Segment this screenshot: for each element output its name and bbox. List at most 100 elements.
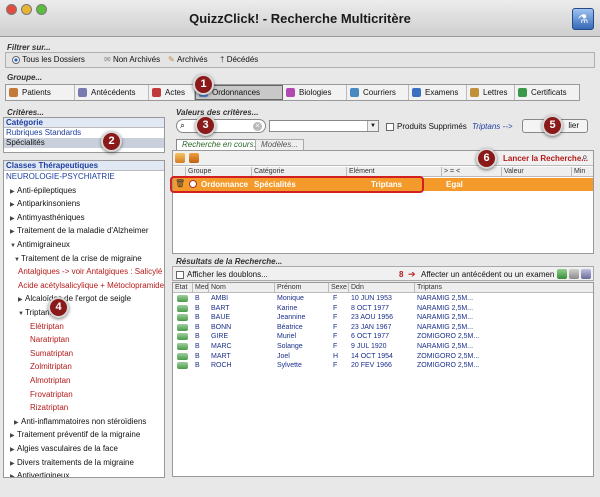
cell-sexe: H bbox=[333, 352, 339, 360]
table-row[interactable]: B MART Joel H 14 OCT 1954 ZOMIGORO 2,5M... bbox=[173, 352, 593, 362]
doublons-checkbox[interactable]: Afficher les doublons... bbox=[176, 270, 268, 279]
tree-item[interactable]: Naratriptan bbox=[30, 335, 70, 344]
expand-right-icon[interactable]: ▶ bbox=[10, 215, 17, 222]
clear-icon[interactable]: × bbox=[253, 122, 262, 131]
examens-icon bbox=[412, 88, 421, 97]
filter-decedes-option[interactable]: † Décédés bbox=[220, 55, 280, 64]
tab-lettres-label: Lettres bbox=[483, 88, 508, 97]
expand-down-icon[interactable]: ▼ bbox=[18, 311, 25, 317]
expand-down-icon[interactable]: ▼ bbox=[14, 257, 21, 263]
cell-nom: BART bbox=[211, 304, 230, 312]
tree-item[interactable]: Elétriptan bbox=[30, 322, 64, 331]
certificats-icon bbox=[518, 88, 527, 97]
expand-right-icon[interactable]: ▶ bbox=[10, 188, 17, 195]
folder-icon[interactable] bbox=[189, 153, 199, 163]
expand-right-icon[interactable]: ▶ bbox=[10, 201, 17, 208]
search-input[interactable]: ⌕ × bbox=[176, 119, 266, 133]
tree-item[interactable]: ▶ Antiparkinsoniens bbox=[10, 199, 80, 208]
tab-recherche-en-cours[interactable]: Recherche en cours... bbox=[176, 139, 267, 150]
cell-prenom: Sylvette bbox=[277, 362, 302, 370]
expand-right-icon[interactable]: ▶ bbox=[10, 460, 17, 467]
tree-item[interactable]: ▶ Traitement préventif de la migraine bbox=[10, 430, 140, 439]
antecedents-icon bbox=[78, 88, 87, 97]
edit-icon[interactable] bbox=[175, 153, 185, 163]
tree-item[interactable]: ▶ Anti-épileptiques bbox=[10, 186, 76, 195]
expand-down-icon[interactable]: ▼ bbox=[10, 243, 17, 249]
filter-archives-option[interactable]: ✎ Archivés bbox=[168, 55, 220, 64]
tree-item[interactable]: Almotriptan bbox=[30, 376, 70, 385]
expand-right-icon[interactable]: ▶ bbox=[14, 419, 21, 426]
expand-right-icon[interactable]: ▶ bbox=[10, 432, 17, 439]
magnifier-icon: ⌕ bbox=[582, 152, 588, 163]
tree-item[interactable]: Frovatriptan bbox=[30, 390, 73, 399]
tree-item[interactable]: ▶ Anti-inflammatoires non stéroïdiens bbox=[14, 417, 146, 426]
tree-item-label: Antimyasthéniques bbox=[17, 212, 85, 222]
tree-item[interactable]: ▶ Alcaloïdes de l'ergot de seigle bbox=[18, 294, 131, 303]
tab-courriers-label: Courriers bbox=[363, 88, 396, 97]
tree-item[interactable]: ▶ Antivertigineux bbox=[10, 471, 69, 477]
tree-item[interactable]: ▶ Algies vasculaires de la face bbox=[10, 444, 118, 453]
affecter-label[interactable]: Affecter un antécédent ou un examen bbox=[421, 270, 554, 279]
tab-modeles[interactable]: Modèles... bbox=[255, 139, 304, 150]
table-row[interactable]: B MARC Solange F 9 JUL 1920 NARAMIG 2,5M... bbox=[173, 342, 593, 352]
filter-non-archives-option[interactable]: ✉ Non Archivés bbox=[104, 55, 168, 64]
dossier-icon[interactable] bbox=[177, 333, 188, 341]
triptans-link[interactable]: Triptans --> bbox=[472, 122, 513, 131]
table-row[interactable]: B BART Karine F 8 OCT 1977 NARAMIG 2,5M... bbox=[173, 304, 593, 314]
app-icon: ⚗ bbox=[572, 8, 594, 30]
tree-item[interactable]: Sumatriptan bbox=[30, 349, 73, 358]
filter-all-label: Tous les Dossiers bbox=[22, 55, 85, 64]
dossier-icon[interactable] bbox=[177, 352, 188, 360]
expand-right-icon[interactable]: ▶ bbox=[10, 228, 17, 235]
filter-all-radio[interactable]: Tous les Dossiers bbox=[12, 55, 104, 64]
value-select[interactable]: ▼ bbox=[269, 120, 379, 132]
table-row[interactable]: B AMBI Monique F 10 JUN 1953 NARAMIG 2,5M... bbox=[173, 294, 593, 304]
tree-item-label: Almotriptan bbox=[30, 376, 71, 385]
tree-item[interactable]: ▶ Antimyasthéniques bbox=[10, 213, 85, 222]
produits-supprimes-checkbox[interactable]: Produits Supprimés bbox=[386, 122, 467, 131]
tree-item[interactable]: Antalgiques -> voir Antalgiques : Salicy… bbox=[18, 267, 162, 276]
tree-item[interactable]: Acide acétylsalicylique + Métoclopramide bbox=[18, 281, 164, 290]
biologies-icon bbox=[286, 88, 295, 97]
tree-item[interactable]: ▶ Divers traitements de la migraine bbox=[10, 458, 134, 467]
export-icon[interactable] bbox=[557, 269, 567, 279]
tab-actes[interactable]: Actes bbox=[149, 85, 195, 100]
col-sexe: Sexe bbox=[329, 283, 349, 293]
tab-courriers[interactable]: Courriers bbox=[347, 85, 409, 100]
tree-item[interactable]: ▼Antimigraineux bbox=[10, 240, 70, 249]
classes-header: Classes Thérapeutiques bbox=[4, 161, 164, 171]
envelope-icon: ✉ bbox=[104, 55, 111, 64]
dossier-icon[interactable] bbox=[177, 323, 188, 331]
categorie-item-specialites[interactable]: Spécialités bbox=[4, 138, 164, 148]
dossier-icon[interactable] bbox=[177, 304, 188, 312]
tab-biologies[interactable]: Biologies bbox=[283, 85, 347, 100]
tab-certificats[interactable]: Certificats bbox=[515, 85, 579, 100]
tree-item[interactable]: NEUROLOGIE-PSYCHIATRIE bbox=[6, 172, 115, 181]
tab-examens[interactable]: Examens bbox=[409, 85, 467, 100]
tab-patients[interactable]: Patients bbox=[6, 85, 75, 100]
table-row[interactable]: B BAUE Jeannine F 23 AOU 1956 NARAMIG 2,5M... bbox=[173, 313, 593, 323]
lancer-recherche-button[interactable]: Lancer la Recherche... bbox=[503, 154, 588, 163]
expand-right-icon[interactable]: ▶ bbox=[18, 296, 25, 303]
criteres-title: Critères... bbox=[7, 108, 44, 117]
categorie-item-rubriques[interactable]: Rubriques Standards bbox=[4, 128, 164, 138]
tab-antecedents[interactable]: Antécédents bbox=[75, 85, 149, 100]
dossier-icon[interactable] bbox=[177, 343, 188, 350]
cell-trip: NARAMIG 2,5M... bbox=[417, 314, 474, 322]
tree-item[interactable]: Rizatriptan bbox=[30, 403, 68, 412]
print-icon[interactable] bbox=[569, 269, 579, 279]
tree-item[interactable]: ▶ Traitement de la maladie d'Alzheimer bbox=[10, 226, 149, 235]
table-row[interactable]: B ROCH Sylvette F 20 FEV 1966 ZOMIGORO 2,5M..… bbox=[173, 361, 593, 371]
expand-right-icon[interactable]: ▶ bbox=[10, 473, 17, 477]
expand-right-icon[interactable]: ▶ bbox=[10, 446, 17, 453]
tree-item[interactable]: Zolmitriptan bbox=[30, 362, 72, 371]
dossier-icon[interactable] bbox=[177, 295, 188, 302]
table-row[interactable]: B BONN Béatrice F 23 JAN 1967 NARAMIG 2,5M... bbox=[173, 323, 593, 333]
dossier-icon[interactable] bbox=[177, 362, 188, 370]
window-title: QuizzClick! - Recherche Multicritère bbox=[189, 11, 411, 26]
list-icon[interactable] bbox=[581, 269, 591, 279]
dossier-icon[interactable] bbox=[177, 314, 188, 322]
tab-lettres[interactable]: Lettres bbox=[467, 85, 515, 100]
tree-item[interactable]: ▼Traitement de la crise de migraine bbox=[14, 254, 142, 263]
table-row[interactable]: B GIRE Muriel F 6 OCT 1977 ZOMIGORO 2,5M... bbox=[173, 332, 593, 342]
